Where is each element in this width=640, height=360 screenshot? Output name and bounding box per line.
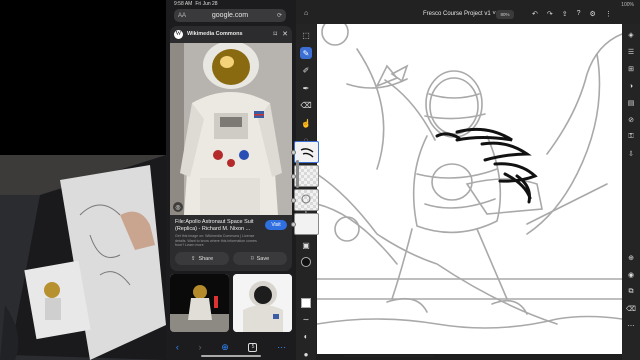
lock-icon[interactable]: ⚿ (626, 132, 636, 142)
right-rail: ◈ ☰ ⊞ ◑ ▤ ⊘ ⚿ ⇩ ⊕ ◉ ⧉ ⌫ ⋯ (622, 24, 640, 360)
moon-astronaut-thumb (170, 274, 229, 332)
delete-layer-icon[interactable]: ⌫ (626, 304, 636, 314)
share-icon: ⇪ (190, 255, 196, 262)
sketch-drawing (317, 24, 622, 329)
reader-icon[interactable]: AA (178, 13, 186, 19)
bookmark-save-icon: ⌑ (250, 255, 254, 262)
settings-icon[interactable]: ⚙ (590, 10, 596, 18)
visit-button[interactable]: Visit (265, 220, 287, 230)
secondary-color-swatch[interactable] (301, 297, 311, 308)
merge-icon[interactable]: ⇩ (626, 149, 636, 159)
color-swatch[interactable] (301, 257, 311, 267)
card-header: W Wikimedia Commons ⌑ ✕ (170, 26, 292, 42)
size-icon[interactable]: ● (300, 348, 312, 359)
layers-panel (291, 141, 319, 239)
layer-1-preview (300, 148, 314, 158)
visual-lookup-icon[interactable]: ◎ (173, 202, 183, 212)
share-label: Share (198, 255, 214, 262)
fresco-app: ⌂ Fresco Course Project v1 ˅ 80% ↶ ↷ ⇪ ?… (296, 0, 640, 360)
pixel-brush-icon[interactable]: ✎ (300, 47, 312, 59)
split-view-handle[interactable] (296, 160, 299, 188)
brush-settings-icon[interactable]: ∼ (300, 314, 312, 325)
blend-icon[interactable]: ⊘ (626, 115, 636, 125)
related-image-1[interactable] (170, 274, 229, 332)
layer-visibility-icon[interactable] (291, 150, 296, 155)
live-brush-icon[interactable]: ✐ (300, 65, 312, 76)
status-time: 9:58 AM (174, 1, 193, 7)
reload-icon[interactable]: ⟳ (277, 12, 282, 19)
source-name[interactable]: Wikimedia Commons (187, 31, 243, 37)
tabs-icon[interactable]: 5 (248, 342, 258, 352)
mask-icon[interactable]: ▤ (626, 98, 636, 108)
zoom-level[interactable]: 80% (496, 10, 514, 19)
more-icon[interactable]: ⋯ (277, 342, 286, 353)
image-preview-card: W Wikimedia Commons ⌑ ✕ ◎ File:Apollo As… (170, 26, 292, 271)
back-icon[interactable]: ‹ (176, 342, 179, 352)
redo-icon[interactable]: ↷ (547, 10, 553, 18)
layer-visibility-icon[interactable] (291, 222, 296, 227)
select-tool-icon[interactable]: ⬚ (300, 30, 312, 41)
home-indicator (201, 355, 261, 357)
eraser-icon[interactable]: ⌫ (300, 100, 312, 111)
duplicate-icon[interactable]: ⧉ (626, 287, 636, 297)
status-bar: 9:58 AM Fri Jun 28 (166, 0, 296, 8)
drawing-canvas[interactable] (317, 24, 622, 354)
astronaut-helmet-thumb (233, 274, 292, 332)
wikimedia-logo-icon: W (174, 29, 183, 39)
related-image-2[interactable] (233, 274, 292, 332)
bookmark-icon[interactable]: ⌑ (274, 30, 278, 38)
adjustments-icon[interactable]: ◑ (626, 81, 636, 91)
result-subtitle: Get this image on: Wikimedia Commons | L… (175, 234, 257, 248)
vector-brush-icon[interactable]: ✒ (300, 82, 312, 93)
layer-properties-icon[interactable]: ☰ (626, 47, 636, 57)
address-text: google.com (211, 12, 249, 19)
share-button[interactable]: ⇪ Share (175, 252, 229, 265)
layer-thumb-4[interactable] (291, 213, 319, 235)
visibility-icon[interactable]: ◉ (626, 270, 636, 280)
astronaut-image (170, 43, 292, 215)
layer-thumb-3[interactable] (291, 189, 319, 211)
home-icon[interactable]: ⌂ (304, 10, 308, 17)
share-icon[interactable]: ⇪ (562, 10, 568, 18)
forward-icon[interactable]: › (199, 342, 202, 352)
astronaut-photo[interactable]: ◎ (170, 43, 292, 215)
address-bar[interactable]: AA google.com ⟳ (174, 9, 286, 22)
layer-visibility-icon[interactable] (291, 198, 296, 203)
battery-status: 100% (621, 2, 634, 8)
undo-icon[interactable]: ↶ (532, 10, 538, 18)
document-title[interactable]: Fresco Course Project v1 ˅ (423, 11, 496, 17)
add-icon[interactable]: ⊕ (221, 342, 229, 353)
ipad-screen: 9:58 AM Fri Jun 28 AA google.com ⟳ W Wik… (0, 0, 640, 360)
layer-3-preview (301, 194, 311, 204)
close-icon[interactable]: ✕ (282, 30, 288, 38)
webcam-overlay (0, 155, 166, 360)
webcam-image (0, 155, 166, 360)
related-images (170, 274, 292, 332)
safari-pane: 9:58 AM Fri Jun 28 AA google.com ⟳ W Wik… (166, 0, 296, 360)
result-title[interactable]: File:Apollo Astronaut Space Suit (Replic… (175, 219, 261, 233)
image-icon[interactable]: ▣ (300, 240, 312, 251)
help-icon[interactable]: ? (577, 10, 581, 18)
save-button[interactable]: ⌑ Save (233, 252, 287, 265)
menu-icon[interactable]: ⋮ (605, 10, 612, 18)
smudge-icon[interactable]: ☝ (300, 117, 312, 128)
home-indicator (344, 355, 434, 357)
save-label: Save (256, 255, 270, 262)
add-layer-below-icon[interactable]: ⊕ (626, 253, 636, 263)
status-date: Fri Jun 28 (195, 1, 218, 7)
more-options-icon[interactable]: ⋯ (626, 321, 636, 331)
layers-icon[interactable]: ◈ (626, 30, 636, 40)
add-layer-icon[interactable]: ⊞ (626, 64, 636, 74)
fresco-top-bar: ⌂ Fresco Course Project v1 ˅ 80% ↶ ↷ ⇪ ?… (296, 0, 640, 24)
opacity-icon[interactable]: ◐ (300, 331, 312, 342)
